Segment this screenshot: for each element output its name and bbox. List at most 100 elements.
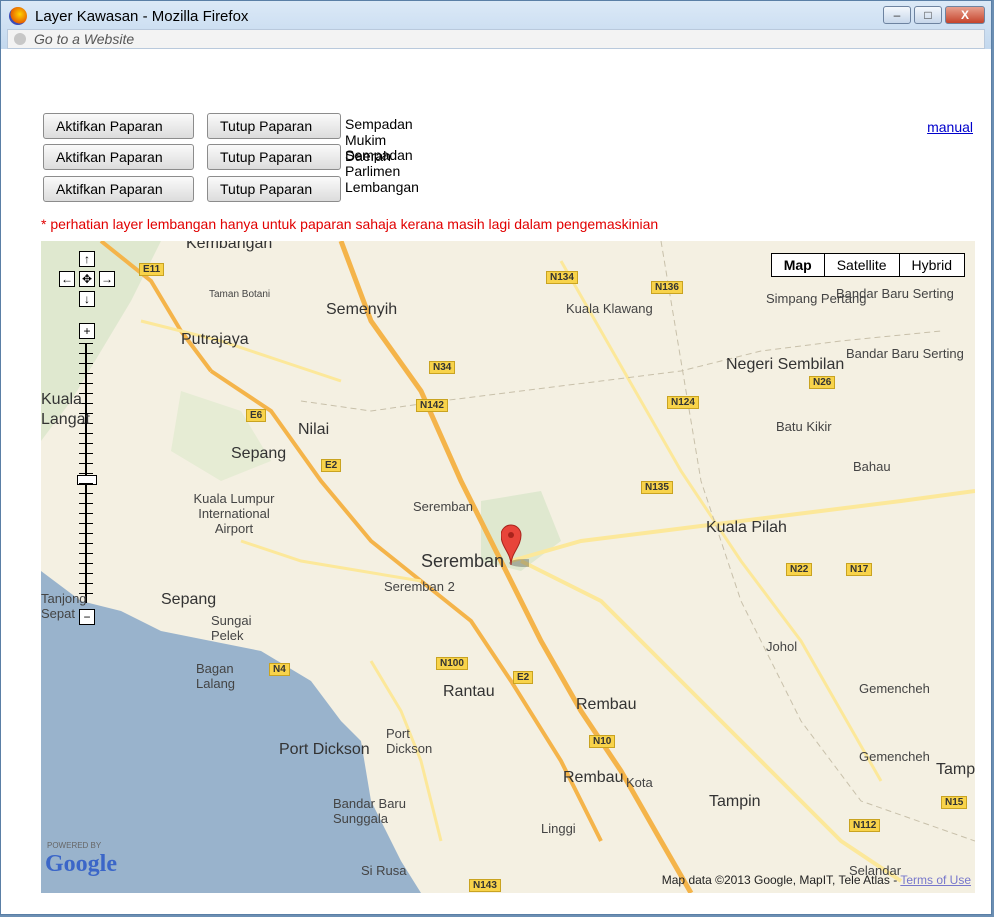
manual-link[interactable]: manual <box>927 119 973 135</box>
road-shield: N142 <box>416 399 448 412</box>
map-label: Gemencheh <box>859 749 930 764</box>
globe-icon <box>14 33 26 45</box>
url-placeholder: Go to a Website <box>34 31 135 47</box>
maximize-button[interactable]: □ <box>914 6 942 24</box>
zoom-tick <box>79 353 93 354</box>
location-marker-icon[interactable] <box>501 523 529 567</box>
activate-button-3[interactable]: Aktifkan Paparan <box>43 176 194 202</box>
window-controls: – □ X <box>883 6 985 24</box>
road-shield: N124 <box>667 396 699 409</box>
map-label: Seremban <box>421 551 505 571</box>
map-label: Johol <box>766 639 798 654</box>
zoom-tick <box>79 543 93 544</box>
map-label: Negeri Sembilan <box>726 356 845 373</box>
road-shield: N26 <box>809 376 836 389</box>
map-label: Port Dickson <box>386 726 433 756</box>
map-label: Bandar Baru Serting <box>846 346 964 361</box>
zoom-tick <box>79 433 93 434</box>
map-type-satellite[interactable]: Satellite <box>823 254 899 276</box>
map-type-control: Map Satellite Hybrid <box>770 253 965 277</box>
map-label: Taman Botani <box>209 289 271 300</box>
zoom-tick <box>79 363 93 364</box>
map-label: Linggi <box>541 821 576 836</box>
map-label: Tampin <box>709 793 761 810</box>
map-label: Kota <box>626 775 653 790</box>
map-label: Rantau <box>443 683 495 700</box>
powered-by-text: POWERED BY <box>47 841 102 850</box>
map-label: Kuala Lumpur International Airport <box>193 491 275 536</box>
map-label: Sungai Pelek <box>211 613 252 643</box>
google-logo: Google <box>45 851 117 877</box>
zoom-out-button[interactable]: − <box>79 609 95 625</box>
map-label: Port Dickson <box>279 741 370 758</box>
zoom-tick <box>79 523 93 524</box>
map-label: Bandar Baru Sunggala <box>333 796 406 826</box>
road-shield: N134 <box>546 271 578 284</box>
zoom-slider[interactable] <box>77 343 97 603</box>
map-label: Putrajaya <box>181 331 249 348</box>
activate-button-1[interactable]: Aktifkan Paparan <box>43 113 194 139</box>
title-bar: Layer Kawasan - Mozilla Firefox – □ X Go… <box>1 1 991 49</box>
zoom-tick <box>79 513 93 514</box>
road-shield: N100 <box>436 657 468 670</box>
map-canvas[interactable]: ↑ ← ✥ → ↓ + − Map Satellite Hybrid Kemba… <box>41 241 975 893</box>
map-label: Bahau <box>853 459 891 474</box>
road-shield: N4 <box>269 663 290 676</box>
layer-name-3: Lembangan <box>345 179 419 195</box>
road-shield: N15 <box>941 796 968 809</box>
browser-window: Layer Kawasan - Mozilla Firefox – □ X Go… <box>0 0 992 915</box>
map-label: Rembau <box>576 696 637 713</box>
zoom-tick <box>79 443 93 444</box>
url-bar[interactable]: Go to a Website <box>7 29 985 49</box>
map-label: Semenyih <box>326 301 398 318</box>
pan-left-button[interactable]: ← <box>59 271 75 287</box>
pan-up-button[interactable]: ↑ <box>79 251 95 267</box>
activate-button-2[interactable]: Aktifkan Paparan <box>43 144 194 170</box>
road-shield: E6 <box>246 409 267 422</box>
road-shield: E11 <box>139 263 165 276</box>
map-label: Sepang <box>161 591 217 608</box>
map-label: Bagan Lalang <box>196 661 236 691</box>
minimize-button[interactable]: – <box>883 6 911 24</box>
zoom-tick <box>79 533 93 534</box>
map-type-hybrid[interactable]: Hybrid <box>898 254 964 276</box>
road-shield: N135 <box>641 481 673 494</box>
close-layer-button-3[interactable]: Tutup Paparan <box>207 176 341 202</box>
pan-down-button[interactable]: ↓ <box>79 291 95 307</box>
close-layer-button-1[interactable]: Tutup Paparan <box>207 113 341 139</box>
map-label: Langat <box>41 411 90 428</box>
zoom-tick <box>79 503 93 504</box>
zoom-in-button[interactable]: + <box>79 323 95 339</box>
road-shield: N17 <box>846 563 873 576</box>
zoom-tick <box>79 473 93 474</box>
road-shield: N22 <box>786 563 813 576</box>
zoom-tick <box>79 453 93 454</box>
zoom-tick <box>79 373 93 374</box>
map-label: Sepang <box>231 445 287 462</box>
notice-text: * perhatian layer lembangan hanya untuk … <box>41 216 659 232</box>
terms-link[interactable]: Terms of Use <box>900 873 971 887</box>
map-label: Gemencheh <box>859 681 930 696</box>
map-label: Tamp <box>936 761 975 778</box>
map-label: Si Rusa <box>361 863 407 878</box>
zoom-tick <box>79 573 93 574</box>
map-label: Nilai <box>298 421 330 438</box>
map-label: Seremban 2 <box>384 579 455 594</box>
close-layer-button-2[interactable]: Tutup Paparan <box>207 144 341 170</box>
zoom-tick <box>79 563 93 564</box>
road-shield: N112 <box>849 819 881 832</box>
road-shield: N10 <box>589 735 616 748</box>
map-type-map[interactable]: Map <box>772 254 824 276</box>
map-label: Tanjong Sepat <box>41 591 87 621</box>
road-shield: E2 <box>513 671 534 684</box>
close-button[interactable]: X <box>945 6 985 24</box>
zoom-tick <box>79 463 93 464</box>
road-shield: N136 <box>651 281 683 294</box>
pan-center-button[interactable]: ✥ <box>79 271 95 287</box>
map-label: Kuala <box>41 391 82 408</box>
pan-right-button[interactable]: → <box>99 271 115 287</box>
road-shield: N34 <box>429 361 456 374</box>
road-shield: N143 <box>469 879 501 892</box>
map-label: Seremban <box>413 499 473 514</box>
map-label: Rembau <box>563 769 624 786</box>
